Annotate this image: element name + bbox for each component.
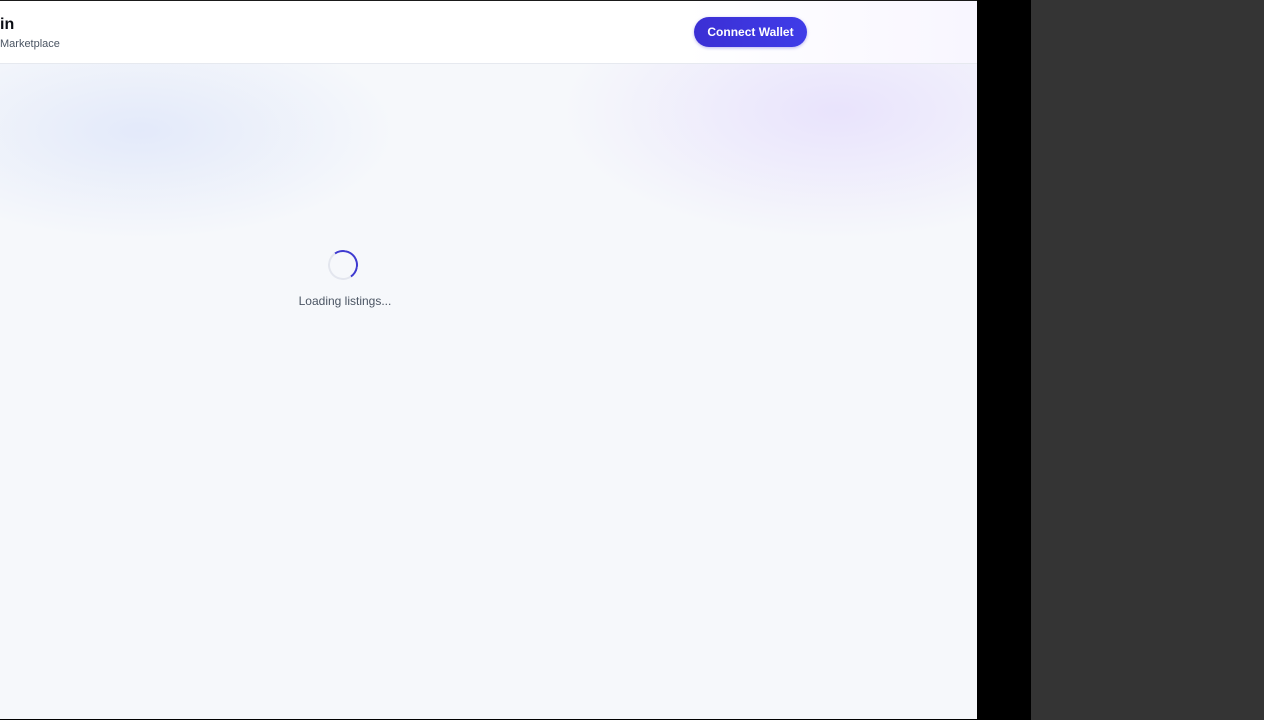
loading-indicator: Loading listings...: [270, 247, 420, 313]
loading-spinner-icon: [325, 247, 361, 283]
app-window: in Marketplace Connect Wallet Loading li…: [0, 0, 977, 719]
brand-subtitle: Marketplace: [0, 38, 60, 50]
side-panel: [1031, 0, 1264, 720]
screen: in Marketplace Connect Wallet Loading li…: [0, 0, 1264, 720]
top-header: in Marketplace Connect Wallet: [0, 1, 977, 64]
connect-wallet-button[interactable]: Connect Wallet: [694, 17, 807, 47]
loading-text: Loading listings...: [298, 294, 392, 308]
brand-title: in: [0, 16, 15, 33]
